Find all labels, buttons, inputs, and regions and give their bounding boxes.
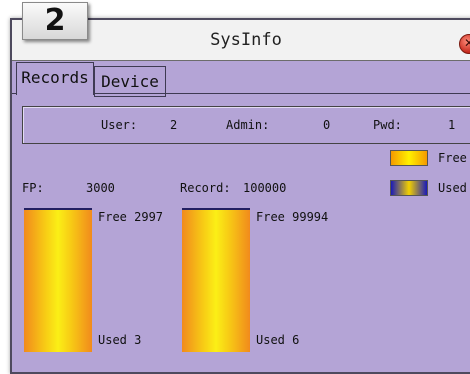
- fp-usage-bar: [24, 208, 92, 352]
- legend-used-swatch: [390, 180, 428, 196]
- user-count: 2: [170, 118, 178, 132]
- admin-count: 0: [323, 118, 331, 132]
- pwd-label: Pwd:: [373, 118, 402, 132]
- user-summary-box: User: 2 Admin: 0 Pwd: 1: [22, 106, 470, 144]
- tab-records[interactable]: Records: [16, 62, 94, 95]
- step-badge: 2: [22, 2, 88, 40]
- record-free-fill: [182, 210, 250, 352]
- fp-capacity: 3000: [86, 181, 115, 195]
- admin-label: Admin:: [226, 118, 270, 132]
- fp-free-fill: [24, 210, 92, 352]
- fp-free-label: Free 2997: [98, 210, 164, 224]
- fp-label: FP:: [22, 181, 44, 195]
- pwd-count: 1: [448, 118, 456, 132]
- legend-free-swatch: [390, 150, 428, 166]
- record-capacity: 100000: [243, 181, 287, 195]
- record-free-label: Free 99994: [256, 210, 329, 224]
- user-label: User:: [101, 118, 138, 132]
- close-icon[interactable]: ✕: [459, 34, 470, 54]
- fp-used-label: Used 3: [98, 333, 142, 347]
- record-usage-bar: [182, 208, 250, 352]
- legend-free-label: Free: [438, 151, 467, 165]
- sysinfo-window: SysInfo ✕ Records Device User: 2 Admin: …: [10, 18, 470, 374]
- record-label: Record:: [180, 181, 231, 195]
- legend-used-label: Used: [438, 181, 467, 195]
- record-used-label: Used 6: [256, 333, 300, 347]
